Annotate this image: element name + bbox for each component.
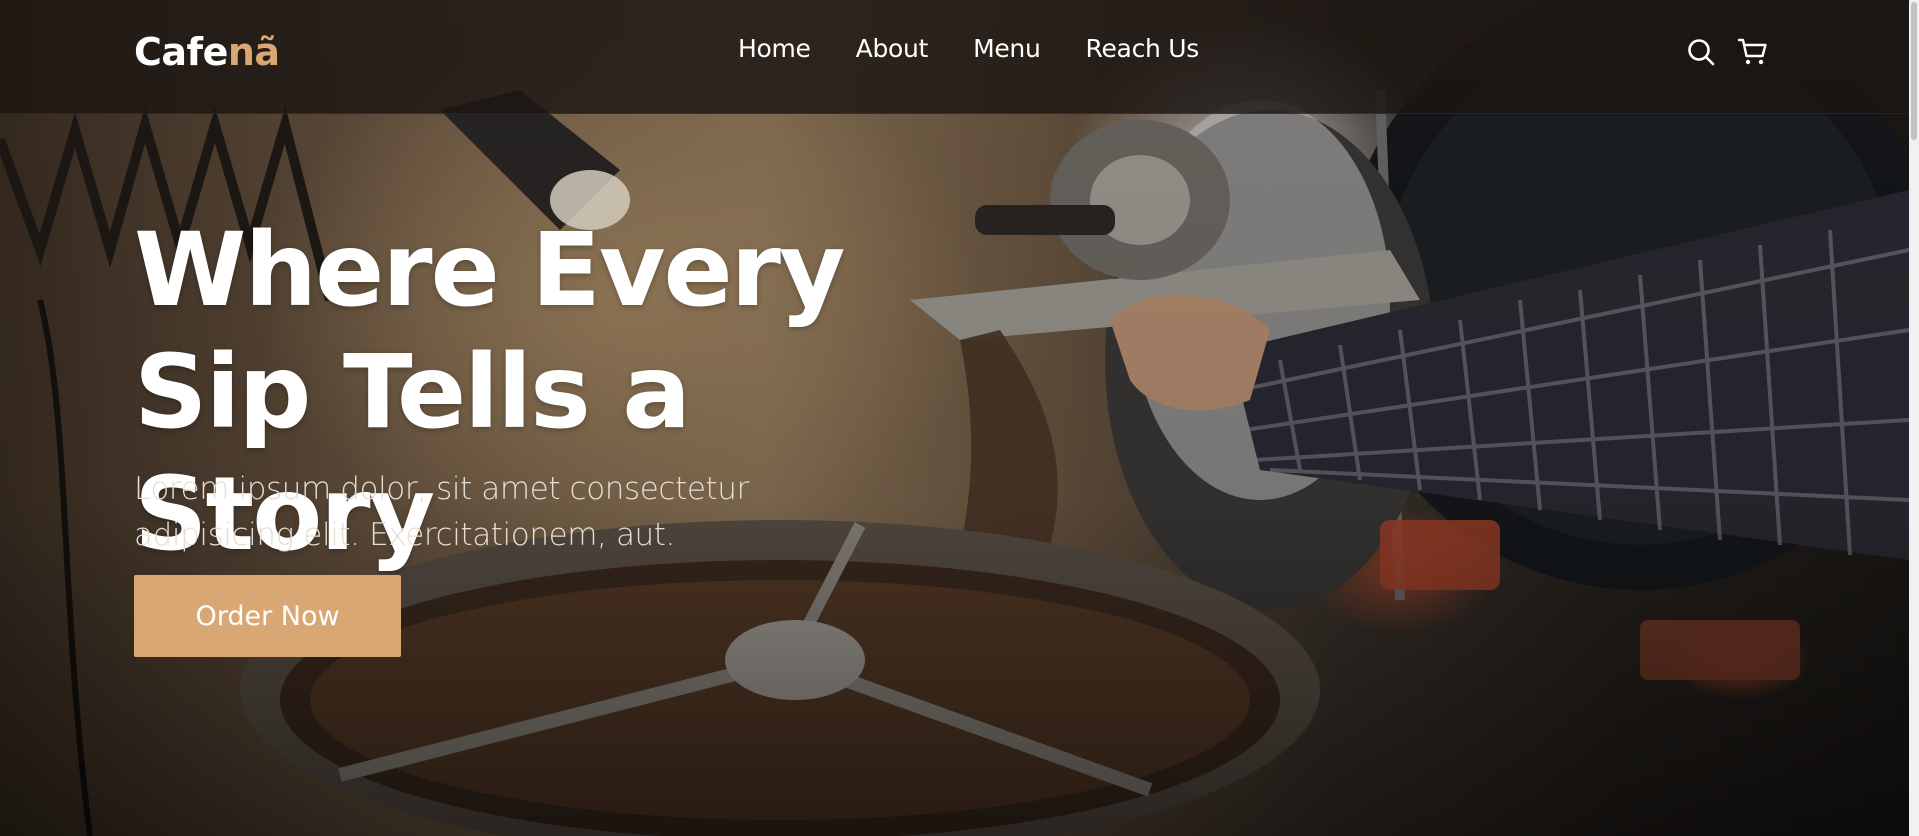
- brand-logo[interactable]: Cafenã: [134, 30, 280, 74]
- header-actions: [1685, 36, 1769, 68]
- search-icon[interactable]: [1685, 36, 1717, 68]
- nav-link-reach-us[interactable]: Reach Us: [1086, 34, 1200, 63]
- hero-subtitle: Lorem ipsum dolor, sit amet consectetur …: [134, 471, 749, 553]
- site-header: Cafenã Home About Menu Reach Us: [0, 0, 1909, 114]
- brand-name-main: Cafe: [134, 30, 228, 74]
- nav-link-menu[interactable]: Menu: [973, 34, 1041, 63]
- main-nav: Home About Menu Reach Us: [738, 34, 1199, 63]
- nav-link-home[interactable]: Home: [738, 34, 811, 63]
- nav-link-about[interactable]: About: [856, 34, 929, 63]
- brand-name-accent: nã: [227, 30, 280, 74]
- cart-icon[interactable]: [1737, 36, 1769, 68]
- scrollbar-thumb[interactable]: [1911, 2, 1917, 140]
- order-now-button[interactable]: Order Now: [134, 575, 401, 657]
